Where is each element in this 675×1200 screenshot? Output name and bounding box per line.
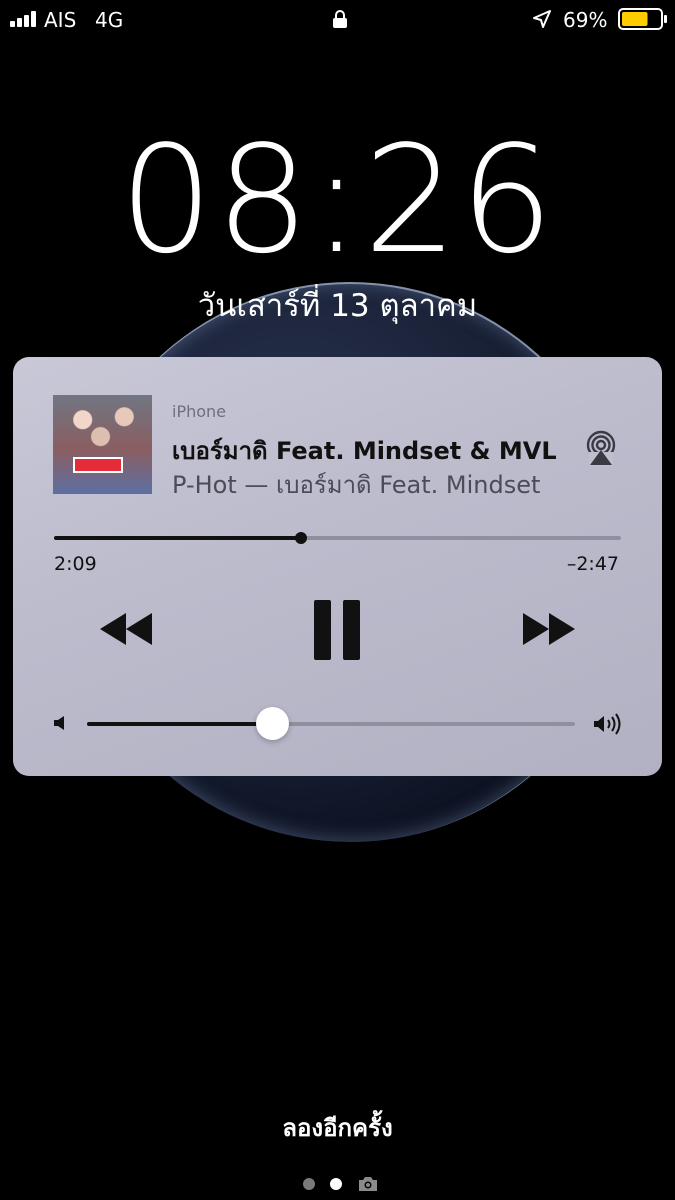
pause-icon[interactable] [312,600,362,660]
volume-level-fill [87,722,273,726]
speaker-high-icon [594,713,621,735]
lock-date: วันเสาร์ที่ 13 ตุลาคม [197,288,478,324]
lock-screen: AIS 4G 69% 08:26 วันเสาร์ที่ 13 ตุลาคม i… [0,0,675,1200]
carrier-name: AIS [44,8,77,32]
album-art-sign [73,457,123,473]
battery-icon [618,8,667,30]
playback-scrubber[interactable] [54,532,621,544]
playback-source: iPhone [172,402,227,421]
page-dot[interactable] [303,1178,315,1190]
volume-slider-handle[interactable] [256,707,290,740]
elapsed-time: 2:09 [54,553,97,575]
lock-clock: 08:26 [119,114,556,286]
rewind-icon[interactable] [97,610,155,648]
fast-forward-icon[interactable] [520,610,578,648]
speaker-low-icon [54,716,64,730]
artist-album[interactable]: P-Hot — เบอร์มาดิ Feat. Mindset [172,465,540,504]
page-dot-active[interactable] [330,1178,342,1190]
album-artwork[interactable] [53,395,152,494]
page-indicator[interactable] [300,1174,380,1194]
signal-bars-icon [10,11,40,27]
status-bar: AIS 4G 69% [0,0,675,40]
remaining-time: –2:47 [566,553,619,575]
camera-icon[interactable] [358,1176,378,1192]
now-playing-widget: iPhone เบอร์มาดิ Feat. Mindset & MVL P-H… [13,357,662,776]
airplay-icon[interactable] [583,430,619,466]
try-again-message: ลองอีกครั้ง [282,1114,393,1142]
lock-icon [333,10,347,28]
battery-percentage: 69% [563,8,608,32]
location-arrow-icon [533,10,551,28]
network-type: 4G [95,8,124,32]
playback-progress-fill [54,536,302,540]
volume-slider[interactable] [87,707,575,740]
playback-scrubber-handle[interactable] [295,532,308,544]
